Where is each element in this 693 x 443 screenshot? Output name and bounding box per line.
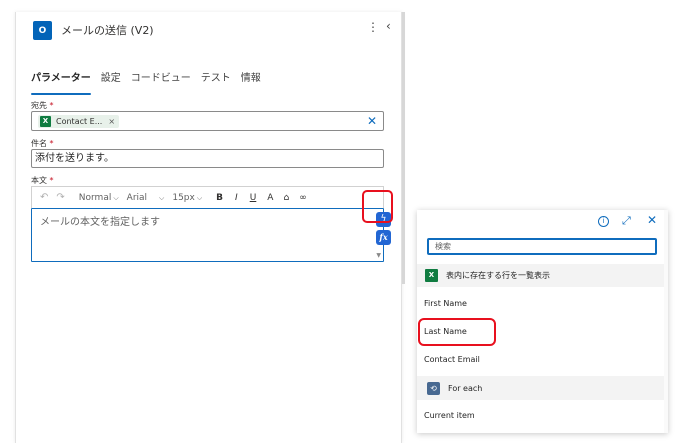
excel-icon: X — [425, 269, 438, 282]
size-dropdown[interactable]: 15px ⌵ — [172, 193, 202, 203]
close-icon[interactable]: ✕ — [647, 213, 657, 227]
action-title[interactable]: メールの送信 (V2) — [61, 22, 154, 38]
to-label: 宛先 * — [31, 100, 54, 111]
scroll-down-icon[interactable]: ▼ — [376, 252, 381, 259]
underline-button[interactable]: U — [250, 193, 257, 203]
annotation-ring-last-name — [418, 318, 496, 346]
list-item-current-item[interactable]: Current item — [417, 406, 668, 426]
required-marker: * — [49, 101, 54, 110]
subject-label-text: 件名 — [31, 139, 47, 148]
font-dropdown[interactable]: Arial ⌵ — [127, 193, 165, 203]
clear-icon[interactable]: ✕ — [367, 114, 377, 128]
body-label: 本文 * — [31, 175, 54, 186]
search-input[interactable]: 検索 — [427, 238, 657, 255]
tab-parameters[interactable]: パラメーター — [31, 69, 91, 95]
chevron-down-icon: ⌵ — [196, 193, 203, 202]
tab-settings[interactable]: 設定 — [101, 69, 121, 95]
flyout-pointer — [408, 220, 417, 236]
body-editor: ↶ ↷ Normal ⌵ Arial ⌵ 15px ⌵ B I U A ⌂ ∞ メール… — [31, 186, 384, 262]
excel-icon: X — [40, 116, 51, 127]
annotation-ring-dynamic-content — [362, 190, 393, 223]
expand-icon[interactable]: ⤢ — [622, 214, 631, 228]
group-label: For each — [448, 383, 483, 393]
redo-icon[interactable]: ↷ — [56, 192, 64, 203]
flyout-scrollbar[interactable] — [664, 210, 668, 433]
body-placeholder: メールの本文を指定します — [40, 217, 160, 228]
action-header: O メールの送信 (V2) ⋮ ‹ — [16, 12, 403, 46]
subject-input[interactable]: 添付を送ります。 — [31, 149, 384, 168]
action-panel: O メールの送信 (V2) ⋮ ‹ パラメーター 設定 コードビュー テスト 情… — [15, 12, 402, 443]
body-textarea[interactable]: メールの本文を指定します ▼ — [31, 208, 384, 262]
panel-scrollbar[interactable] — [402, 12, 405, 284]
highlight-icon[interactable]: ⌂ — [283, 193, 289, 203]
required-marker: * — [49, 139, 54, 148]
style-value: Normal — [78, 192, 112, 203]
tab-test[interactable]: テスト — [201, 69, 231, 95]
token-label: Contact E... — [56, 117, 103, 126]
chevron-down-icon: ⌵ — [113, 193, 119, 202]
font-value: Arial — [126, 192, 148, 203]
bold-button[interactable]: B — [216, 193, 223, 203]
token-contact-email[interactable]: X Contact E... × — [38, 115, 120, 128]
link-icon[interactable]: ∞ — [299, 193, 307, 203]
more-options-button[interactable]: ⋮ — [366, 20, 380, 34]
expression-button[interactable]: fx — [376, 230, 391, 245]
tab-code-view[interactable]: コードビュー — [131, 69, 191, 95]
required-marker: * — [49, 176, 54, 185]
tab-about[interactable]: 情報 — [241, 69, 261, 95]
list-item-first-name[interactable]: First Name — [417, 294, 668, 314]
token-remove-icon[interactable]: × — [108, 117, 115, 126]
font-color-button[interactable]: A — [267, 193, 273, 203]
list-item-contact-email[interactable]: Contact Email — [417, 350, 668, 370]
undo-icon[interactable]: ↶ — [40, 192, 48, 203]
to-input[interactable]: X Contact E... × ✕ — [31, 111, 384, 131]
loop-icon: ⟲ — [427, 381, 440, 395]
to-label-text: 宛先 — [31, 101, 47, 110]
italic-button[interactable]: I — [235, 193, 238, 203]
group-label: 表内に存在する行を一覧表示 — [446, 271, 550, 280]
group-header-for-each[interactable]: ⟲ For each — [417, 376, 668, 400]
tab-bar: パラメーター 設定 コードビュー テスト 情報 — [31, 69, 271, 95]
body-label-text: 本文 — [31, 176, 47, 185]
rich-text-toolbar: ↶ ↷ Normal ⌵ Arial ⌵ 15px ⌵ B I U A ⌂ ∞ — [31, 186, 384, 208]
collapse-panel-button[interactable]: ‹ — [386, 19, 391, 33]
style-dropdown[interactable]: Normal ⌵ — [79, 193, 119, 203]
subject-label: 件名 * — [31, 138, 54, 149]
outlook-icon: O — [33, 21, 52, 40]
chevron-down-icon: ⌵ — [159, 193, 165, 202]
group-header-excel[interactable]: X 表内に存在する行を一覧表示 — [417, 264, 668, 287]
info-icon[interactable]: i — [598, 216, 609, 227]
size-value: 15px — [172, 192, 195, 203]
